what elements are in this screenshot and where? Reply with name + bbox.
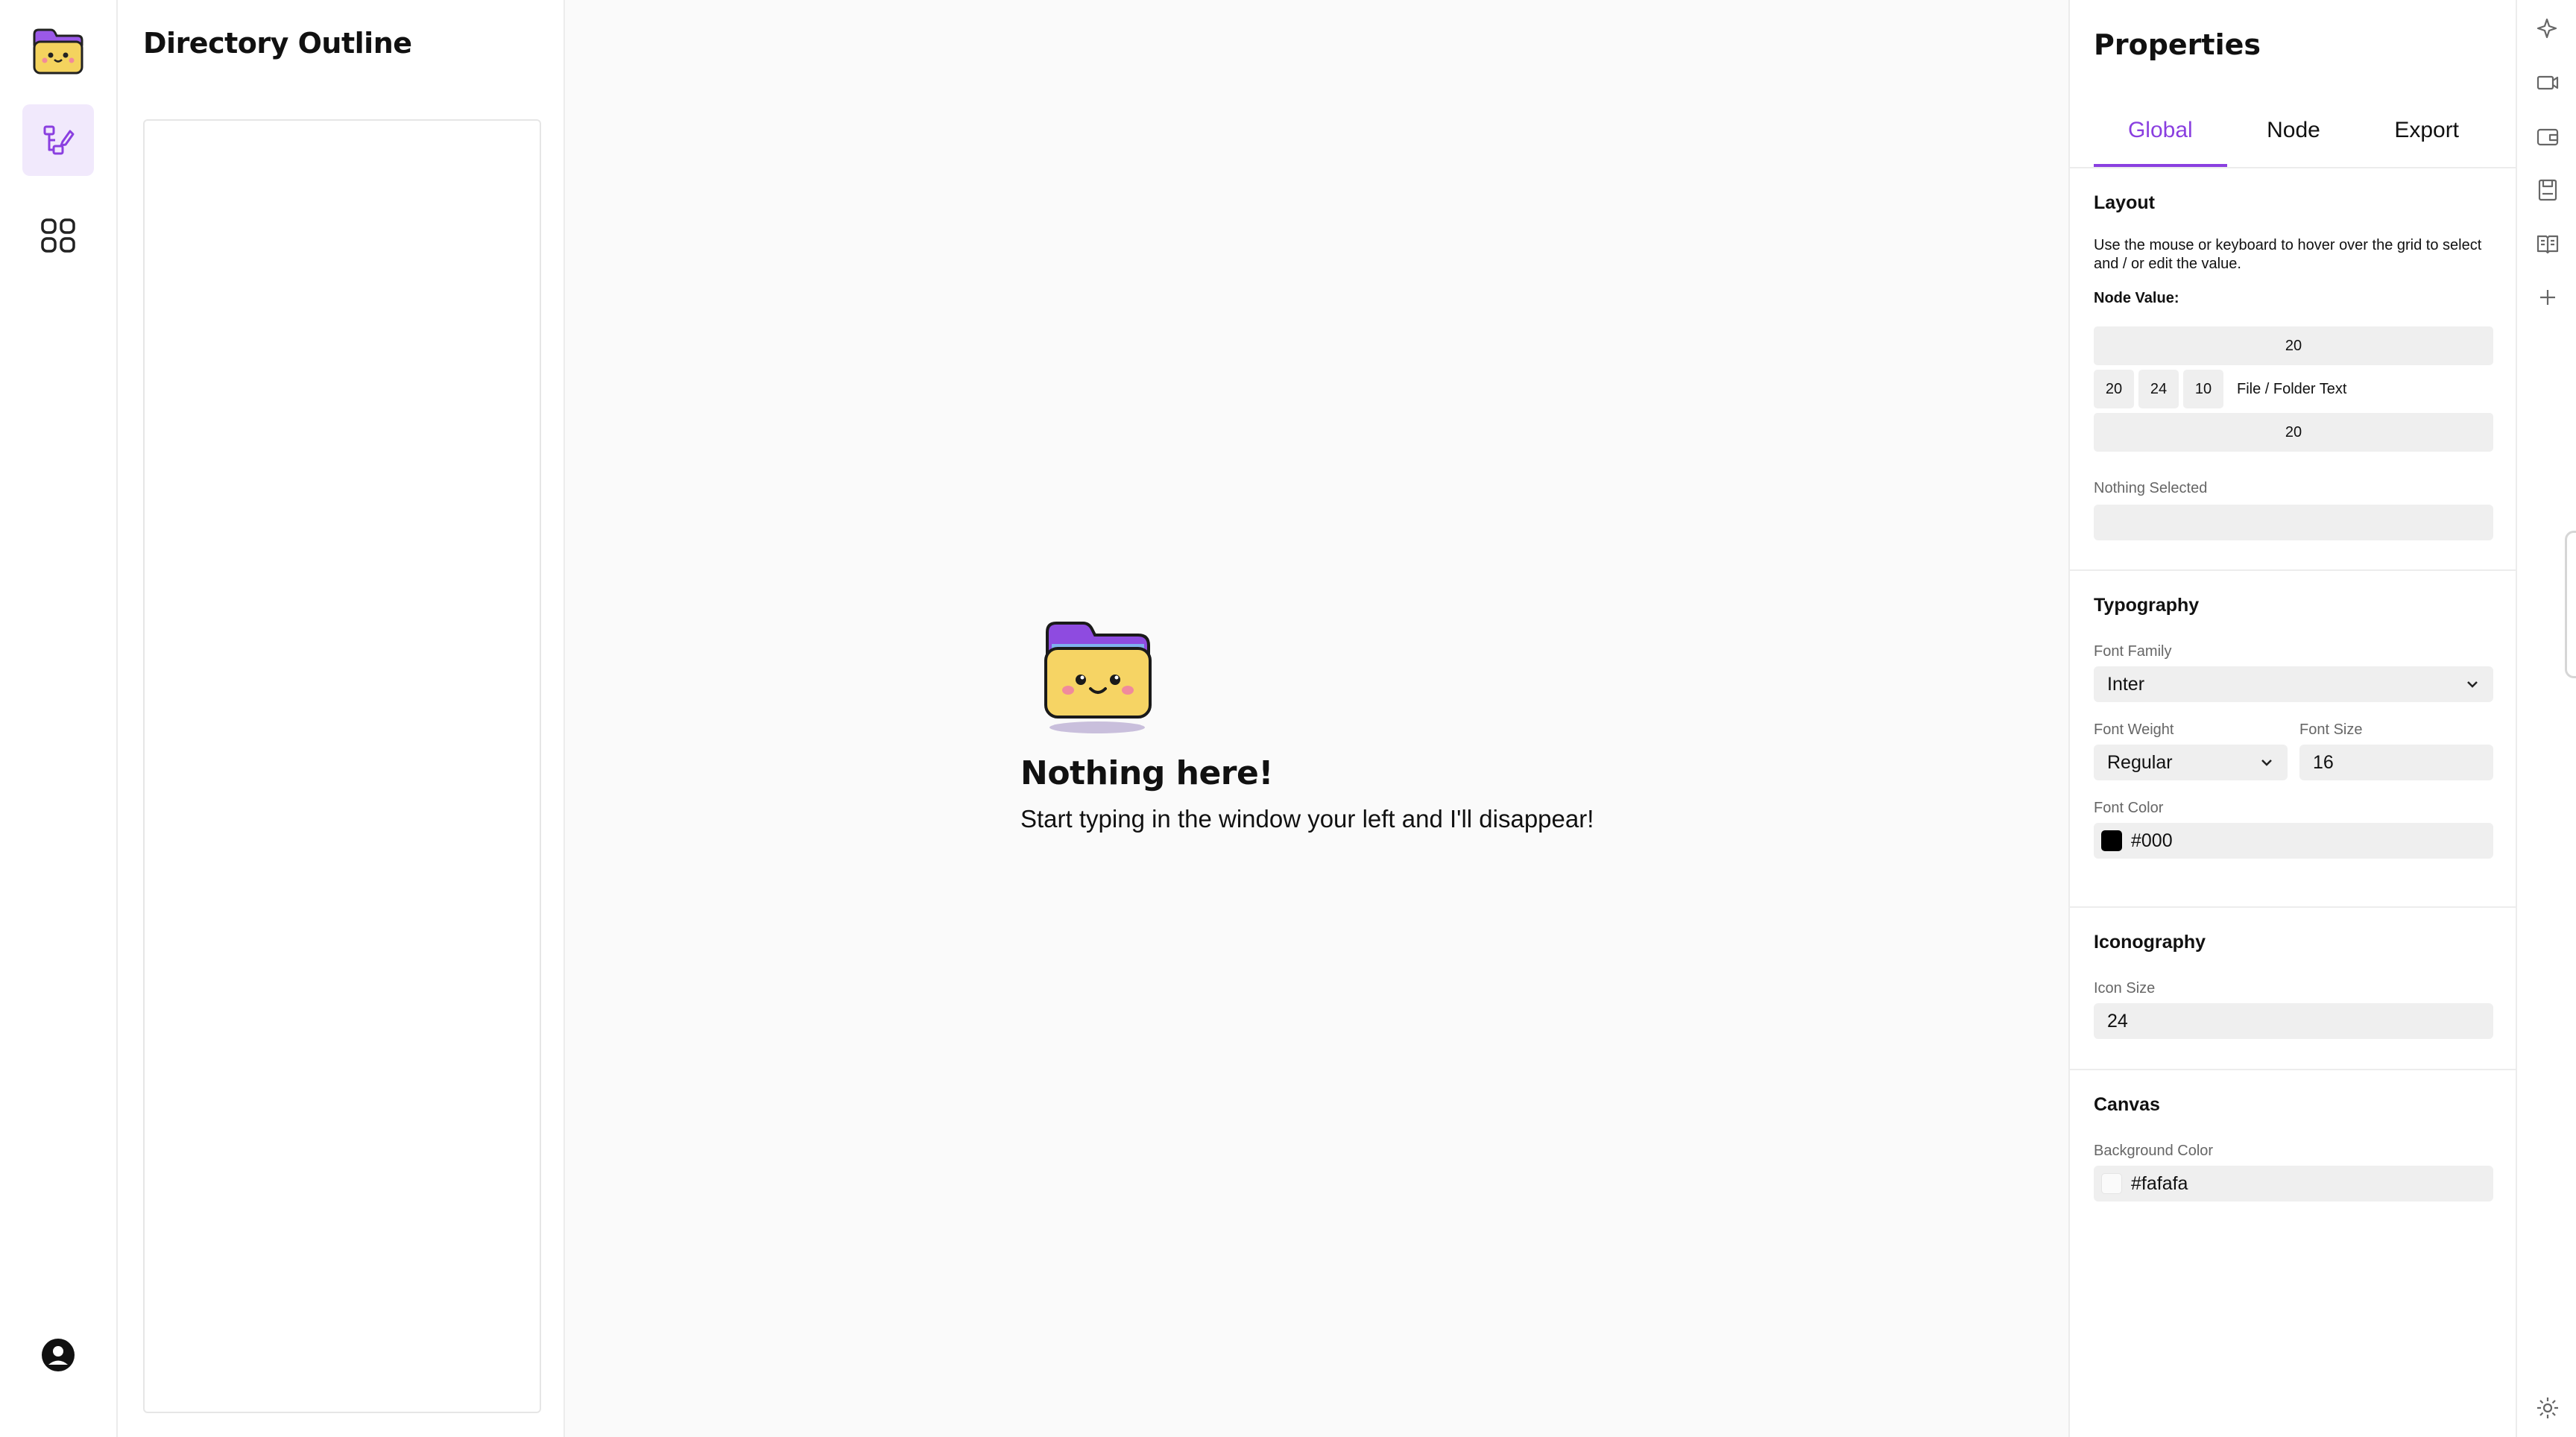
padding-bottom-cell[interactable]: 20	[2094, 413, 2493, 452]
background-color-swatch[interactable]	[2101, 1173, 2122, 1194]
font-color-label: Font Color	[2094, 800, 2164, 816]
outline-title: Directory Outline	[143, 27, 412, 60]
layout-title: Layout	[2094, 192, 2155, 213]
wallet-icon[interactable]	[2535, 124, 2560, 149]
tabs-divider	[2070, 167, 2516, 168]
tab-export[interactable]: Export	[2360, 112, 2493, 167]
font-weight-select[interactable]: Regular	[2094, 745, 2288, 780]
settings-icon[interactable]	[2535, 1395, 2560, 1421]
font-color-value: #000	[2131, 830, 2173, 851]
padding-top-cell[interactable]: 20	[2094, 326, 2493, 365]
book-icon[interactable]	[2535, 231, 2560, 256]
background-color-input[interactable]: #fafafa	[2094, 1166, 2493, 1201]
padding-left-cell[interactable]: 20	[2094, 370, 2134, 408]
background-color-value: #fafafa	[2131, 1172, 2188, 1194]
content-cell: File / Folder Text	[2237, 380, 2347, 397]
gap-cell[interactable]: 10	[2183, 370, 2223, 408]
outline-text-editor[interactable]	[143, 119, 541, 1413]
section-divider	[2070, 1069, 2516, 1070]
video-icon[interactable]	[2535, 70, 2560, 95]
app-window: Directory Outline Nothing here! Start ty…	[0, 0, 2576, 1437]
right-tool-strip	[2516, 0, 2576, 1437]
nav-outline-editor-button[interactable]	[22, 104, 94, 176]
spacing-grid: 20 20 24 10 File / Folder Text 20	[2094, 326, 2493, 452]
layout-description: Use the mouse or keyboard to hover over …	[2094, 237, 2482, 272]
properties-panel: Properties Global Node Export Layout Use…	[2068, 0, 2516, 1437]
typography-section: Typography Font Family Inter Font Weight…	[2094, 595, 2493, 859]
icon-size-input[interactable]: 24	[2094, 1003, 2493, 1039]
canvas-title: Canvas	[2094, 1094, 2160, 1115]
sparkle-icon[interactable]	[2535, 16, 2560, 42]
font-weight-value: Regular	[2107, 751, 2173, 773]
font-family-label: Font Family	[2094, 643, 2172, 660]
font-size-input[interactable]: 16	[2299, 745, 2493, 780]
folder-mascot-icon	[1044, 622, 1152, 733]
selection-value-input[interactable]	[2094, 505, 2493, 540]
section-divider	[2070, 569, 2516, 571]
font-family-select[interactable]: Inter	[2094, 666, 2493, 702]
chevron-down-icon	[2261, 759, 2272, 766]
node-value-label: Node Value:	[2094, 290, 2179, 306]
font-weight-label: Font Weight	[2094, 721, 2174, 738]
app-logo-icon[interactable]	[31, 27, 85, 76]
icon-size-label: Icon Size	[2094, 980, 2156, 997]
layout-section: Layout Use the mouse or keyboard to hove…	[2094, 192, 2493, 540]
preview-canvas[interactable]: Nothing here! Start typing in the window…	[565, 0, 2068, 1437]
user-profile-icon[interactable]	[40, 1337, 76, 1373]
grid-icon	[41, 218, 75, 253]
properties-title: Properties	[2094, 28, 2261, 61]
iconography-title: Iconography	[2094, 932, 2206, 953]
save-icon[interactable]	[2535, 177, 2560, 203]
directory-outline-panel: Directory Outline	[118, 0, 565, 1437]
font-color-swatch[interactable]	[2101, 830, 2122, 851]
font-family-value: Inter	[2107, 673, 2145, 695]
font-size-label: Font Size	[2299, 721, 2363, 738]
nav-grid-button[interactable]	[22, 200, 94, 271]
section-divider	[2070, 906, 2516, 908]
empty-state-message: Start typing in the window your left and…	[1020, 805, 1594, 833]
icon-size-cell[interactable]: 24	[2138, 370, 2179, 408]
selection-label: Nothing Selected	[2094, 480, 2208, 496]
properties-tabs: Global Node Export	[2094, 112, 2493, 167]
left-nav-rail	[0, 0, 118, 1437]
tree-edit-icon	[43, 125, 75, 155]
chevron-down-icon	[2467, 681, 2478, 688]
tab-global[interactable]: Global	[2094, 112, 2227, 167]
background-color-label: Background Color	[2094, 1143, 2214, 1159]
empty-state-title: Nothing here!	[1020, 754, 1273, 792]
panel-resize-handle[interactable]	[2565, 531, 2576, 678]
font-color-input[interactable]: #000	[2094, 823, 2493, 859]
plus-icon[interactable]	[2535, 285, 2560, 310]
canvas-section: Canvas Background Color #fafafa	[2094, 1094, 2493, 1201]
typography-title: Typography	[2094, 595, 2200, 616]
iconography-section: Iconography Icon Size 24	[2094, 932, 2493, 1039]
tab-node[interactable]: Node	[2227, 112, 2361, 167]
